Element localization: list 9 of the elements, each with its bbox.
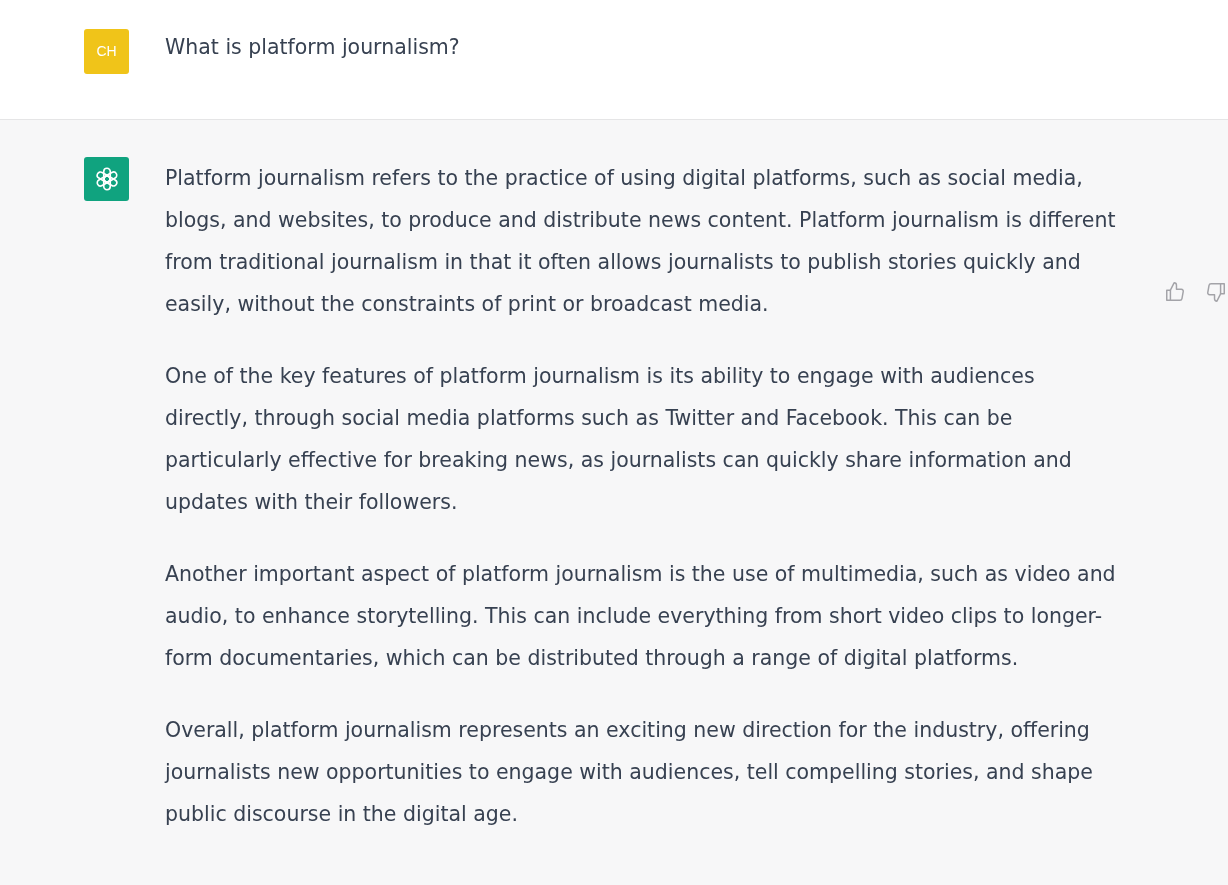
thumbs-up-icon[interactable] [1163, 280, 1187, 304]
thumbs-down-icon[interactable] [1205, 280, 1228, 304]
answer-paragraph: Another important aspect of platform journalism is the use of multimedia, such as video and audio, to enhance storytelling. This can include everything from short video clips to longer-form documentaries, which can be distributed through a range of digital platforms. [165, 561, 1117, 672]
assistant-logo-icon [84, 157, 129, 201]
answer-paragraph: Platform journalism refers to the practice of using digital platforms, such as social media, blogs, and websites, to produce and distribute news content. Platform journalism is different from traditional journalism in that it often allows journalists to publish stories quickly and easily, without the constraints of print or broadcast media. [165, 165, 1117, 318]
question-text: What is platform journalism? [165, 34, 461, 61]
answer-paragraph: One of the key features of platform journalism is its ability to engage with audiences directly, through social media platforms such as Twitter and Facebook. This can be particularly effective for breaking news, as journalists can quickly share information and updates with their followers. [165, 363, 1073, 516]
answer-paragraph: Overall, platform journalism represents an exciting new direction for the industry, offering journalists new opportunities to engage with audiences, tell compelling stories, and shape public discourse in the digital age. [165, 717, 1094, 828]
user-avatar: CH [84, 29, 129, 74]
